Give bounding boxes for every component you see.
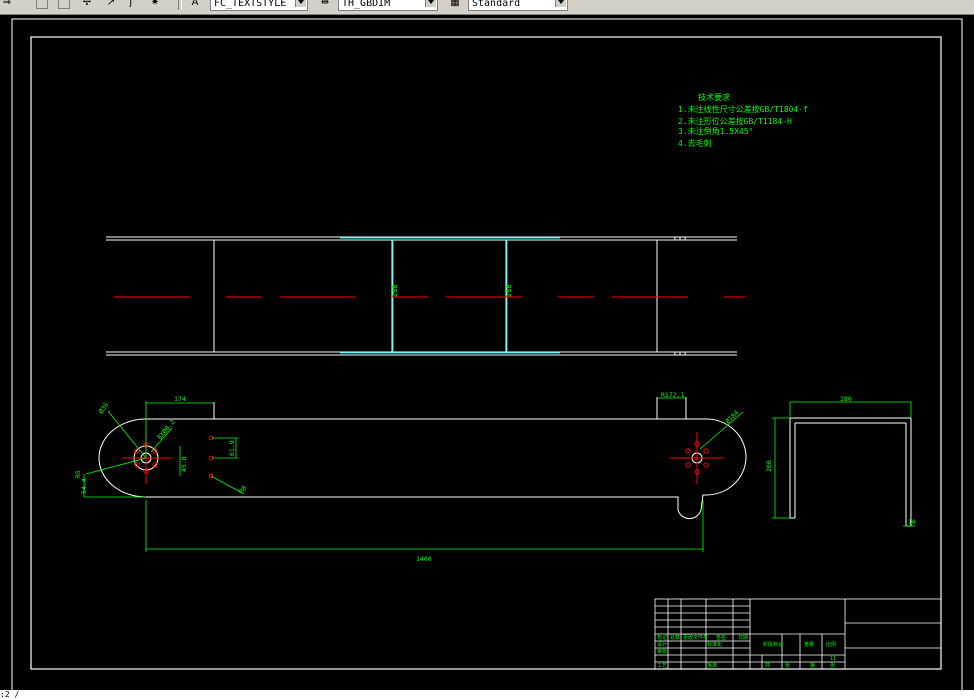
title-cell: 共 [765, 662, 770, 669]
title-cell: 阶段标记 [763, 641, 783, 648]
dimension-label: 174 [174, 395, 186, 403]
title-cell: 比例 [826, 641, 836, 648]
dimension-label: 54.4 [80, 478, 88, 494]
title-cell: 更改文件号 [683, 634, 708, 641]
title-cell: 审核 [657, 648, 667, 655]
move-tool-icon[interactable]: ✢ [80, 0, 94, 10]
title-cell: 张 [830, 662, 835, 669]
note-line: 3.未注倒角1.5X45° [678, 126, 753, 136]
title-cell: 日期 [738, 635, 748, 641]
dim-style-value: TH_GBDIM [342, 0, 391, 9]
notes-heading: 技术要求 [698, 92, 730, 102]
dimension-label: 61.9 [228, 440, 236, 456]
command-line-text: :2 / [0, 690, 20, 699]
explode-tool-icon[interactable]: ✷ [148, 0, 162, 10]
title-cell: 处数 [670, 634, 680, 641]
dimension-label: R5 [74, 470, 82, 478]
zoom-window-icon[interactable]: ⇒ [0, 0, 14, 10]
title-cell: 11 [830, 656, 836, 662]
table-style-icon: ▦ [450, 0, 460, 8]
dimension-label: 10 [908, 518, 916, 526]
title-cell: 设计 [657, 641, 667, 648]
toolbar-separator [178, 0, 182, 10]
dim-style-icon: ⇹ [320, 0, 330, 8]
chevron-down-icon[interactable] [555, 0, 566, 7]
toolbar: ⇒ ✢ ↗ ʃ ✷ A FC_TEXTSTYLE ⇹ TH_GBDIM ▦ St… [0, 0, 974, 15]
text-style-select[interactable]: FC_TEXTSTYLE [210, 0, 308, 11]
dimension-label: 200 [765, 460, 773, 472]
title-cell: 张 [785, 662, 790, 669]
note-line: 4.去毛刺 [678, 138, 712, 148]
snap-tool-icon[interactable]: ↗ [104, 0, 118, 10]
drawing-canvas[interactable]: 技术要求 1.未注线性尺寸公差按GB/T1804-f 2.未注形位公差按GB/T… [0, 15, 974, 695]
title-cell: 标记 [657, 634, 667, 641]
chevron-down-icon[interactable] [425, 0, 436, 7]
title-cell: 批准 [707, 662, 717, 669]
title-cell: 标准化 [707, 641, 722, 648]
dimension-label: 1400 [416, 555, 432, 563]
dimension-label: 280 [840, 395, 852, 403]
dimension-label: R172.1 [661, 391, 685, 399]
chevron-down-icon[interactable] [295, 0, 306, 7]
text-style-value: FC_TEXTSTYLE [214, 0, 287, 9]
dim-style-select[interactable]: TH_GBDIM [338, 0, 438, 11]
dimension-label: 45.8 [180, 456, 188, 472]
rectangle-tool-button[interactable] [36, 0, 48, 9]
title-cell: 第 [810, 662, 815, 669]
command-line[interactable]: :2 / [0, 690, 974, 699]
table-style-value: Standard [472, 0, 521, 9]
title-cell: 签名 [716, 634, 726, 641]
dimension-label: 288 [391, 284, 399, 297]
table-style-select[interactable]: Standard [468, 0, 568, 11]
title-cell: 工艺 [657, 663, 667, 669]
region-tool-button[interactable] [58, 0, 70, 9]
title-cell: 重量 [804, 641, 814, 648]
note-line: 2.未注形位公差按GB/T1184-H [678, 116, 792, 126]
pin-tool-icon[interactable]: ʃ [124, 0, 138, 10]
dimension-label: 288 [505, 284, 513, 297]
text-style-icon: A [191, 0, 199, 8]
note-line: 1.未注线性尺寸公差按GB/T1804-f [678, 104, 808, 114]
